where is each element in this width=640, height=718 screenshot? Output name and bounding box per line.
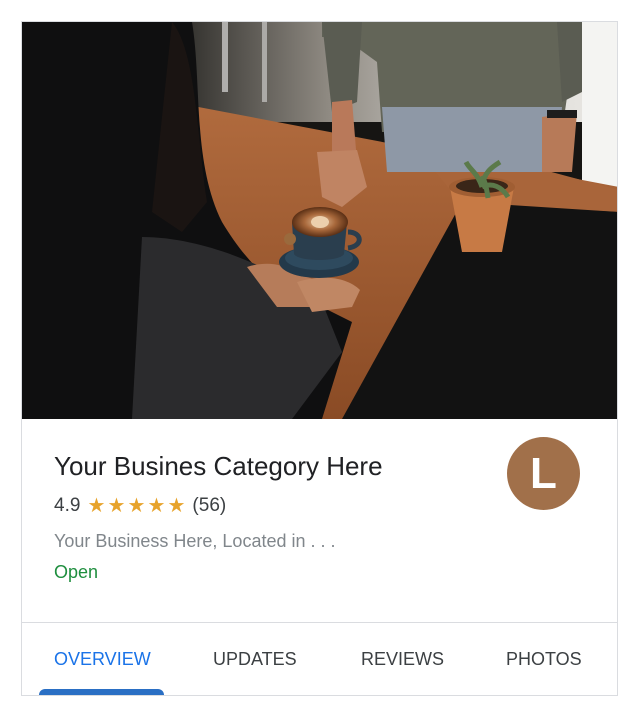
tab-photos[interactable]: PHOTOS (506, 649, 582, 670)
business-address: Your Business Here, Located in . . . (54, 531, 336, 551)
star-icon: ★ (147, 495, 166, 517)
tab-reviews[interactable]: REVIEWS (361, 649, 444, 670)
star-icon: ★ (167, 495, 186, 517)
rating-row[interactable]: 4.9 ★ ★ ★ ★ ★ (56) (54, 495, 226, 517)
review-count[interactable]: (56) (192, 495, 226, 517)
rating-stars: ★ ★ ★ ★ ★ (86, 496, 186, 516)
star-icon: ★ (107, 495, 126, 517)
business-card: Your Busines Category Here 4.9 ★ ★ ★ ★ ★… (21, 21, 618, 696)
star-icon: ★ (127, 495, 146, 517)
avatar-letter: L (530, 448, 557, 498)
business-title[interactable]: Your Busines Category Here (54, 451, 383, 482)
tab-bar: OVERVIEW UPDATES REVIEWS PHOTOS (22, 623, 617, 695)
open-status: Open (54, 562, 99, 582)
cover-photo[interactable] (22, 22, 617, 419)
active-tab-indicator (39, 689, 164, 695)
rating-value: 4.9 (54, 495, 81, 516)
tab-overview[interactable]: OVERVIEW (54, 649, 151, 670)
star-icon: ★ (87, 495, 106, 517)
cover-photo-illustration (22, 22, 617, 419)
tab-updates[interactable]: UPDATES (213, 649, 297, 670)
business-info: Your Busines Category Here 4.9 ★ ★ ★ ★ ★… (22, 419, 617, 622)
business-avatar: L (507, 437, 580, 510)
